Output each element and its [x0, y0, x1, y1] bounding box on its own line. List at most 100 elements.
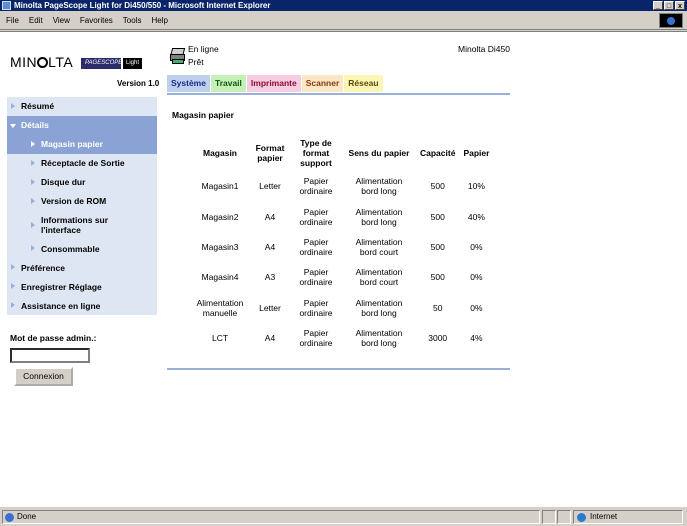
- page-icon: [5, 513, 14, 522]
- browser-statusbar: Done Internet: [0, 506, 687, 526]
- globe-icon: [577, 513, 586, 522]
- admin-password-label: Mot de passe admin.:: [10, 333, 97, 343]
- header-magasin: Magasin: [202, 147, 237, 158]
- sidebar-item-label: Réceptacle de Sortie: [41, 158, 125, 169]
- menu-favorites[interactable]: Favorites: [80, 16, 113, 25]
- admin-password-input[interactable]: [10, 348, 90, 363]
- triangle-right-icon: [11, 103, 15, 109]
- tab-underline-divider: [167, 93, 510, 95]
- cell-magasin: Magasin3: [201, 241, 239, 252]
- menu-view[interactable]: View: [53, 16, 70, 25]
- sidebar-item-details[interactable]: Détails: [7, 115, 157, 135]
- cell-type: Papier ordinaire: [299, 297, 333, 318]
- close-button[interactable]: x: [675, 1, 685, 10]
- sidebar-item-enregistrer[interactable]: Enregistrer Réglage: [7, 277, 157, 296]
- cell-capacite: 50: [432, 302, 443, 313]
- header-format: Format papier: [255, 142, 285, 163]
- cell-sens: Alimentation bord long: [355, 328, 403, 349]
- status-done-panel: Done: [2, 510, 540, 524]
- status-panel-empty: [542, 510, 556, 524]
- cell-magasin: Magasin1: [201, 181, 239, 192]
- pagescope-logo: PAGESCOPE Light: [81, 58, 143, 69]
- cell-papier: 0%: [470, 241, 483, 252]
- logo-text-b: LTA: [48, 54, 74, 70]
- sidebar-item-label: Détails: [21, 120, 49, 131]
- cell-type: Papier ordinaire: [299, 267, 333, 288]
- table-bottom-divider: [167, 368, 510, 370]
- sidebar-nav: Résumé Détails Magasin papier Réceptacle…: [7, 97, 157, 315]
- cell-papier: 0%: [470, 302, 483, 313]
- triangle-right-icon: [31, 178, 35, 185]
- table-row: Magasin3 A4 Papier ordinaire Alimentatio…: [190, 232, 493, 262]
- tab-scanner[interactable]: Scanner: [301, 75, 344, 92]
- minimize-button[interactable]: _: [653, 1, 663, 10]
- cell-capacite: 500: [430, 241, 445, 252]
- menu-edit[interactable]: Edit: [29, 16, 43, 25]
- table-row: Magasin1 Letter Papier ordinaire Aliment…: [190, 171, 493, 201]
- logo-text-a: MIN: [10, 54, 38, 70]
- cell-type: Papier ordinaire: [299, 236, 333, 257]
- table-row: Magasin2 A4 Papier ordinaire Alimentatio…: [190, 201, 493, 231]
- cell-magasin: Magasin4: [201, 272, 239, 283]
- logo-o-icon: [37, 57, 49, 68]
- header-sens: Sens du papier: [348, 147, 410, 158]
- cell-format: Letter: [259, 302, 281, 313]
- maximize-button[interactable]: □: [664, 1, 674, 10]
- triangle-right-icon: [11, 302, 15, 309]
- cell-format: A3: [264, 272, 276, 283]
- cell-magasin: LCT: [211, 333, 229, 344]
- sidebar-item-label: Consommable: [41, 243, 100, 254]
- sidebar-item-resume[interactable]: Résumé: [7, 97, 157, 116]
- sidebar-item-assistance[interactable]: Assistance en ligne: [7, 296, 157, 315]
- cell-papier: 4%: [470, 333, 483, 344]
- cell-magasin: Magasin2: [201, 211, 239, 222]
- cell-capacite: 500: [430, 181, 445, 192]
- cell-sens: Alimentation bord court: [355, 267, 403, 288]
- cell-magasin: Alimentation manuelle: [196, 297, 244, 318]
- menu-help[interactable]: Help: [151, 16, 167, 25]
- sidebar-item-disque-dur[interactable]: Disque dur: [7, 172, 157, 192]
- sidebar-item-preference[interactable]: Préférence: [7, 258, 157, 277]
- cell-papier: 0%: [470, 272, 483, 283]
- sidebar-item-label: Magasin papier: [41, 139, 103, 150]
- menu-tools[interactable]: Tools: [123, 16, 142, 25]
- sidebar-item-label: Enregistrer Réglage: [21, 281, 102, 292]
- triangle-right-icon: [31, 197, 35, 204]
- security-zone-panel: Internet: [573, 510, 683, 524]
- menu-bar: File Edit View Favorites Tools Help: [0, 11, 687, 30]
- main-tabs: Système Travail Imprimante Scanner Résea…: [167, 75, 384, 92]
- tab-travail[interactable]: Travail: [210, 75, 246, 92]
- cell-capacite: 3000: [428, 333, 448, 344]
- tab-reseau[interactable]: Réseau: [344, 75, 383, 92]
- table-header-row: Magasin Format papier Type de format sup…: [190, 134, 493, 171]
- tab-systeme[interactable]: Système: [167, 75, 210, 92]
- cell-format: A4: [264, 211, 276, 222]
- sidebar-item-interface[interactable]: Informations sur l'interface: [7, 210, 157, 239]
- header-papier: Papier: [463, 147, 490, 158]
- triangle-right-icon: [11, 283, 15, 290]
- sidebar-item-receptacle[interactable]: Réceptacle de Sortie: [7, 153, 157, 173]
- window-title: Minolta PageScope Light for Di450/550 - …: [14, 1, 271, 10]
- triangle-right-icon: [11, 264, 15, 271]
- sidebar-item-version-rom[interactable]: Version de ROM: [7, 191, 157, 211]
- cell-format: A4: [264, 333, 276, 344]
- ie-throbber-icon: [659, 13, 683, 28]
- sidebar-item-label: Version de ROM: [41, 196, 107, 207]
- triangle-right-icon: [31, 245, 35, 252]
- sidebar-item-consommable[interactable]: Consommable: [7, 239, 157, 258]
- tab-imprimante[interactable]: Imprimante: [246, 75, 301, 92]
- sidebar-item-label: Disque dur: [41, 177, 86, 188]
- header-capacite: Capacité: [420, 147, 456, 158]
- status-done-text: Done: [17, 512, 37, 521]
- cell-format: Letter: [259, 181, 281, 192]
- window-titlebar: Minolta PageScope Light for Di450/550 - …: [0, 0, 687, 11]
- sidebar-item-label: Assistance en ligne: [21, 300, 101, 311]
- login-button[interactable]: Connexion: [14, 367, 73, 386]
- window-controls: _ □ x: [653, 1, 685, 10]
- menu-file[interactable]: File: [6, 16, 19, 25]
- triangle-right-icon: [31, 140, 35, 147]
- section-title: Magasin papier: [172, 110, 234, 120]
- triangle-right-icon: [31, 159, 35, 166]
- sidebar-item-magasin-papier[interactable]: Magasin papier: [7, 134, 157, 154]
- table-row: Magasin4 A3 Papier ordinaire Alimentatio…: [190, 262, 493, 292]
